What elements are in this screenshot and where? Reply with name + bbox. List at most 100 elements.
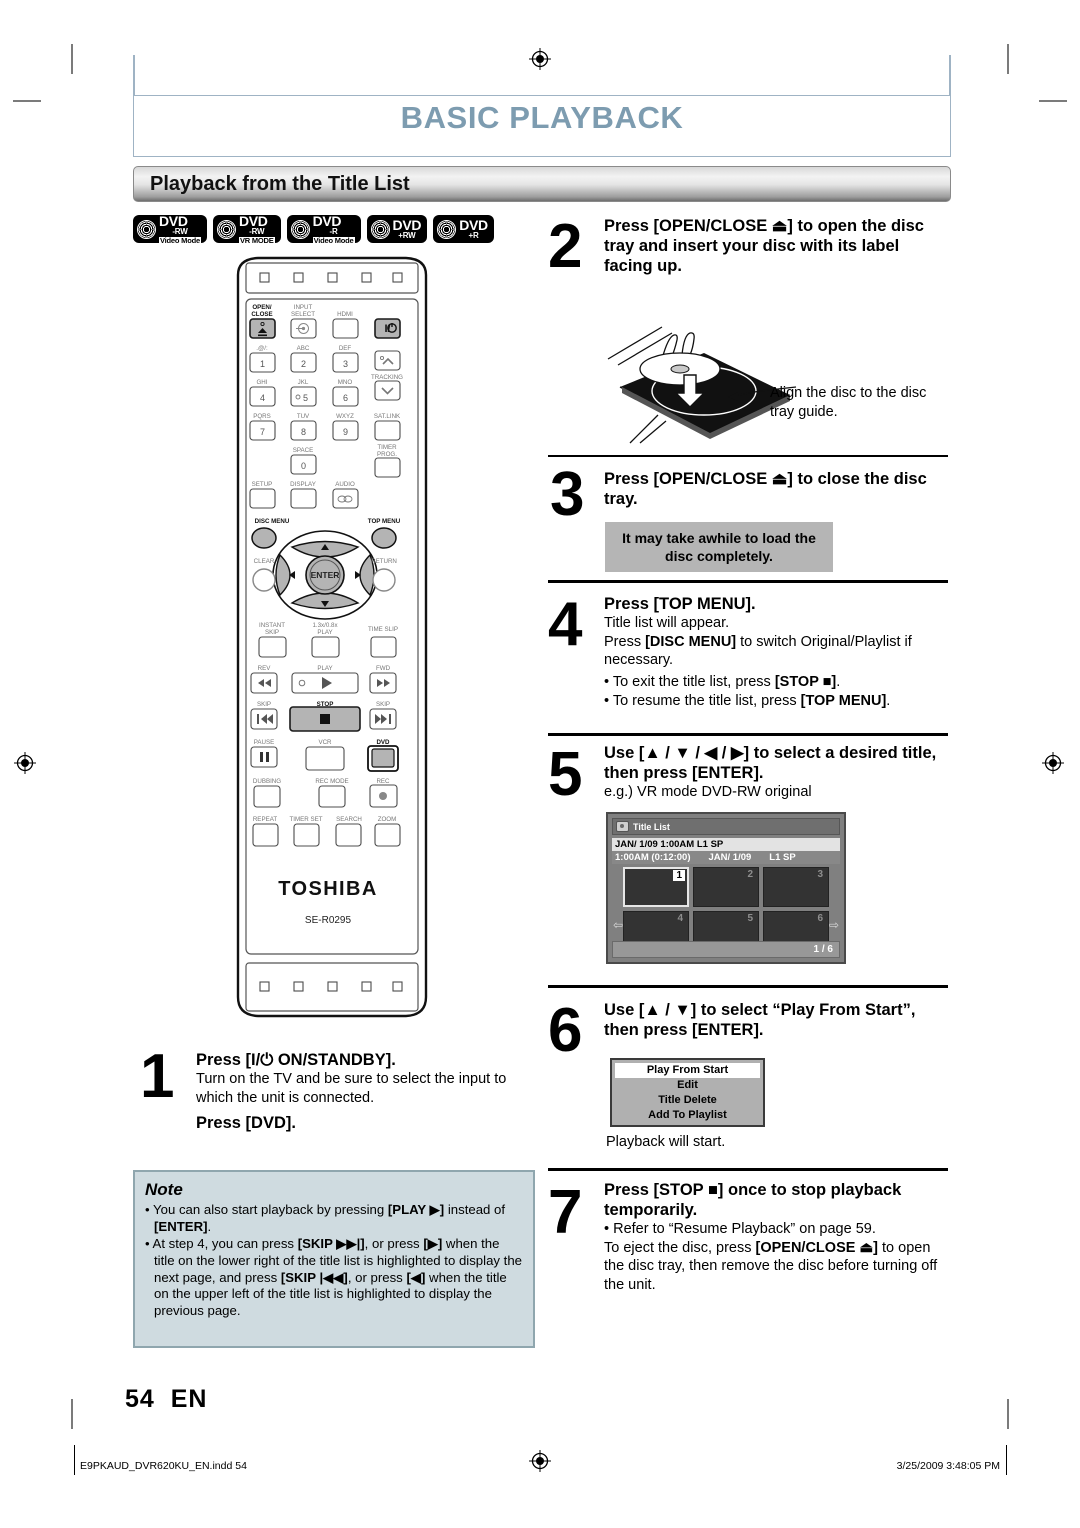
disc-icon [616, 821, 629, 832]
step-heading: Press [I/⏻ ON/STANDBY]. [196, 1051, 396, 1069]
step-4-bullets: • To exit the title list, press [STOP ■]… [604, 673, 952, 711]
disc-menu-key: [DISC MENU] [645, 633, 737, 650]
remote-control-illustration: .bs{fill:#fff;stroke:#4c4c4c;stroke-widt… [232, 255, 432, 1035]
menu-item-add-to-playlist[interactable]: Add To Playlist [615, 1108, 760, 1123]
badge-name: DVD [238, 213, 268, 229]
page-number-value: 54 [125, 1385, 155, 1413]
step-number: 5 [548, 740, 583, 809]
step-7-body: Press [STOP ■] once to stop playback tem… [604, 1180, 952, 1294]
svg-text:DISC MENU: DISC MENU [255, 518, 290, 525]
svg-text:.@/:: .@/: [256, 345, 268, 352]
registration-mark-right [1042, 752, 1064, 774]
right-key: [▶] [423, 1236, 443, 1252]
crop-mark-top-left-v [71, 44, 73, 74]
step-number: 6 [548, 996, 583, 1065]
svg-text:4: 4 [260, 393, 265, 403]
stop-key: [STOP ■] [774, 673, 837, 690]
menu-item-play-from-start[interactable]: Play From Start [615, 1063, 760, 1078]
svg-text:ABC: ABC [297, 345, 310, 352]
svg-text:MNO: MNO [338, 379, 353, 386]
section-divider [548, 455, 948, 457]
step-line-2-a: Press [604, 633, 646, 650]
badge-format: +RW [398, 231, 416, 240]
step-heading: Press [STOP ■] once to stop playback tem… [604, 1181, 902, 1220]
svg-text:1.3x/0.8x: 1.3x/0.8x [312, 622, 338, 629]
svg-text:REC MODE: REC MODE [315, 778, 348, 785]
svg-text:SKIP: SKIP [265, 629, 279, 636]
menu-item-edit[interactable]: Edit [615, 1078, 760, 1093]
osd-header-label: Title List [633, 821, 670, 832]
svg-text:TOSHIBA: TOSHIBA [278, 878, 377, 900]
title-list-osd: Title List JAN/ 1/09 1:00AM L1 SP 1:00AM… [606, 812, 846, 964]
osd-thumbnail[interactable]: 1 [623, 867, 689, 907]
title-context-menu: Play From Start Edit Title Delete Add To… [610, 1058, 765, 1128]
osd-thumbnail-grid: 1 2 3 4 5 6 [612, 867, 840, 951]
step-number: 7 [548, 1178, 583, 1247]
loading-callout: It may take awhile to load the disc comp… [605, 522, 833, 573]
osd-header: Title List [612, 818, 840, 835]
svg-text:VCR: VCR [318, 739, 332, 746]
badge-format: -R [329, 227, 338, 236]
svg-text:PLAY: PLAY [317, 665, 332, 672]
page-number: 54 EN [125, 1385, 207, 1414]
crop-mark-bottom-right-v [1007, 1399, 1009, 1429]
footer-tick-left [74, 1445, 75, 1475]
badge-format: -RW [172, 227, 188, 236]
osd-page-indicator: 1 / 6 [612, 941, 840, 958]
svg-text:PROG.: PROG. [377, 451, 397, 458]
thumb-index: 3 [817, 869, 823, 880]
svg-text:TIMER: TIMER [377, 444, 397, 451]
playback-will-start-text: Playback will start. [606, 1134, 726, 1150]
svg-text:WXYZ: WXYZ [336, 413, 354, 420]
tray-alignment-caption: Align the disc to the disc tray guide. [770, 385, 927, 420]
svg-text:DVD: DVD [376, 739, 390, 746]
svg-text:SAT.LINK: SAT.LINK [374, 413, 401, 420]
disc-badge: DVD +R [433, 215, 494, 243]
osd-detail-time: 1:00AM (0:12:00) [615, 852, 691, 863]
svg-text:SETUP: SETUP [252, 481, 273, 488]
svg-text:0: 0 [301, 461, 306, 471]
osd-detail-row: 1:00AM (0:12:00) JAN/ 1/09 L1 SP [612, 851, 840, 864]
svg-text:INPUT: INPUT [294, 304, 313, 311]
badge-name: DVD [459, 217, 488, 233]
bullet-resume: • To resume the title list, press [TOP M… [604, 692, 891, 709]
badge-name: DVD [392, 217, 422, 233]
step-4-body: Press [TOP MENU]. Title list will appear… [604, 594, 952, 711]
badge-name: DVD [159, 213, 188, 229]
step-heading: Use [▲ / ▼] to select “Play From Start”,… [604, 1001, 916, 1040]
prev-page-arrow-icon[interactable]: ⇦ [613, 918, 623, 932]
svg-text:ENTER: ENTER [311, 570, 340, 580]
disc-icon [137, 219, 156, 239]
badge-format: -RW [249, 227, 265, 236]
disc-icon [216, 219, 236, 239]
page-language: EN [170, 1385, 208, 1413]
svg-text:DEF: DEF [339, 345, 352, 352]
osd-detail-mode: L1 SP [769, 852, 796, 863]
osd-thumbnail[interactable]: 3 [763, 867, 829, 907]
disc-badge: DVD +RW [366, 215, 428, 243]
svg-text:2: 2 [301, 359, 306, 369]
svg-text:TOP MENU: TOP MENU [368, 518, 401, 525]
osd-thumbnail[interactable]: 2 [693, 867, 759, 907]
step-5-body: Use [▲ / ▼ / ◀ / ▶] to select a desired … [604, 743, 952, 802]
step-heading: Press [OPEN/CLOSE ⏏] to open the disc tr… [604, 217, 924, 276]
svg-text:PQRS: PQRS [253, 413, 271, 420]
menu-item-title-delete[interactable]: Title Delete [615, 1093, 760, 1108]
svg-text:1: 1 [260, 359, 265, 369]
page-title: BASIC PLAYBACK [400, 100, 684, 135]
svg-text:5: 5 [303, 393, 308, 403]
svg-text:8: 8 [301, 427, 306, 437]
disc-badge: DVD -R Video Mode [286, 214, 361, 244]
svg-text:TRACKING: TRACKING [371, 374, 403, 381]
disc-icon [437, 219, 457, 239]
step-number: 2 [548, 212, 583, 281]
next-page-arrow-icon[interactable]: ⇨ [829, 918, 839, 932]
disc-badge: DVD -RW Video Mode [133, 213, 207, 245]
note-item: • At step 4, you can press [SKIP ▶▶|], o… [145, 1236, 522, 1318]
left-key: [◀] [406, 1269, 426, 1285]
note-list: • You can also start playback by pressin… [145, 1202, 523, 1319]
svg-text:PLAY: PLAY [317, 629, 332, 636]
badge-mode: Video Mode [159, 235, 201, 245]
section-title: Playback from the Title List [150, 173, 410, 195]
section-divider [548, 580, 948, 583]
